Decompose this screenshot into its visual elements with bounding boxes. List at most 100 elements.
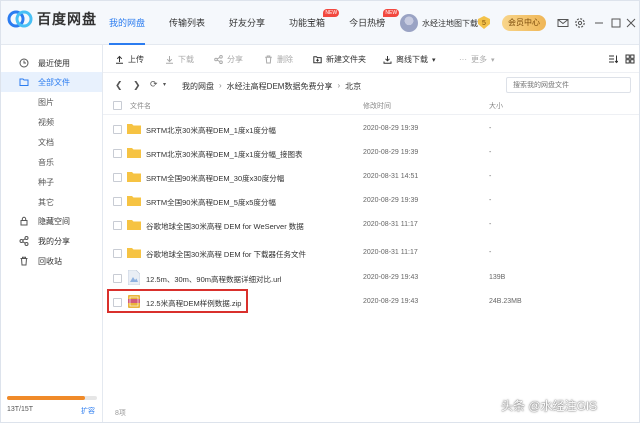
- history-dropdown-icon[interactable]: ▾: [163, 81, 166, 88]
- sidebar-item-others[interactable]: 其它: [1, 192, 102, 212]
- upload-button[interactable]: 上传: [115, 54, 144, 65]
- app-name: 百度网盘: [37, 11, 97, 27]
- maximize-icon[interactable]: [610, 17, 622, 29]
- nav-friend-share[interactable]: 好友分享: [229, 1, 265, 45]
- sidebar-item-torrents[interactable]: 种子: [1, 172, 102, 192]
- column-header-size[interactable]: 大小: [489, 101, 503, 111]
- table-row[interactable]: SRTM全国90米高程DEM_5度x5度分幅 2020-08-29 19:39 …: [103, 189, 639, 213]
- row-checkbox[interactable]: [113, 249, 122, 258]
- lock-icon: [19, 216, 29, 226]
- folder-icon: [127, 171, 141, 182]
- file-modified: 2020-08-29 19:43: [363, 274, 419, 281]
- select-all-checkbox[interactable]: [113, 101, 122, 110]
- file-name[interactable]: SRTM全国90米高程DEM_5度x5度分幅: [146, 197, 276, 208]
- download-button[interactable]: 下载: [165, 54, 194, 65]
- sidebar-item-recent[interactable]: 最近使用: [1, 53, 102, 73]
- new-folder-label: 新建文件夹: [326, 55, 366, 64]
- sidebar-item-label: 其它: [38, 198, 54, 207]
- breadcrumb-item[interactable]: 水经注高程DEM数据免费分享: [227, 81, 333, 92]
- trash-icon: [264, 55, 273, 64]
- clock-icon: [19, 58, 29, 68]
- table-row[interactable]: 谷歌地球全国30米高程 DEM for 下载器任务文件 2020-08-31 1…: [103, 241, 639, 265]
- file-name[interactable]: 12.5m、30m、90m高程数据详细对比.url: [146, 274, 281, 285]
- breadcrumb-item[interactable]: 北京: [345, 81, 361, 92]
- folder-icon: [127, 147, 141, 158]
- more-dots-icon: ···: [459, 55, 467, 64]
- file-modified: 2020-08-29 19:39: [363, 149, 419, 156]
- new-folder-button[interactable]: 新建文件夹: [313, 54, 366, 65]
- chevron-down-icon: ▾: [491, 56, 495, 64]
- settings-gear-icon[interactable]: [574, 17, 586, 29]
- avatar[interactable]: [400, 14, 418, 32]
- folder-icon: [127, 219, 141, 230]
- download-icon: [165, 55, 174, 64]
- app-logo[interactable]: 百度网盘: [7, 9, 97, 29]
- offline-download-button[interactable]: 离线下载 ▾: [383, 54, 436, 65]
- column-header-name[interactable]: 文件名: [130, 101, 151, 111]
- file-size: 139B: [489, 274, 506, 281]
- row-checkbox[interactable]: [113, 173, 122, 182]
- minimize-icon[interactable]: [593, 17, 605, 29]
- nav-transfer-list[interactable]: 传输列表: [169, 1, 205, 45]
- more-button[interactable]: ··· 更多 ▾: [459, 54, 495, 65]
- sidebar-item-images[interactable]: 图片: [1, 92, 102, 112]
- sidebar-item-documents[interactable]: 文档: [1, 132, 102, 152]
- file-name[interactable]: SRTM北京30米高程DEM_1度x1度分幅_接图表: [146, 149, 303, 160]
- grid-view-icon[interactable]: [625, 54, 635, 64]
- nav-toolbox[interactable]: 功能宝箱 NEW: [289, 1, 340, 45]
- file-size: -: [489, 221, 492, 228]
- table-row[interactable]: SRTM北京30米高程DEM_1度x1度分幅_接图表 2020-08-29 19…: [103, 141, 639, 165]
- sidebar-item-music[interactable]: 音乐: [1, 152, 102, 172]
- file-modified: 2020-08-31 14:51: [363, 173, 419, 180]
- sidebar-item-hidden-space[interactable]: 隐藏空间: [1, 211, 102, 231]
- forward-icon[interactable]: ❯: [133, 80, 141, 91]
- user-name[interactable]: 水经注地图下载: [422, 18, 478, 29]
- file-modified: 2020-08-31 11:17: [363, 249, 418, 256]
- expand-storage-link[interactable]: 扩容: [81, 406, 95, 416]
- storage-quota-text: 13T/15T: [7, 406, 34, 413]
- back-icon[interactable]: ❮: [115, 80, 123, 91]
- new-badge: NEW: [323, 9, 340, 17]
- row-checkbox[interactable]: [113, 149, 122, 158]
- breadcrumb-separator-icon: ›: [219, 81, 222, 90]
- table-row[interactable]: 谷歌地球全国30米高程 DEM for WeServer 数据 2020-08-…: [103, 213, 639, 237]
- row-checkbox[interactable]: [113, 125, 122, 134]
- member-center-button[interactable]: 会员中心: [502, 15, 546, 31]
- sidebar-item-label: 隐藏空间: [38, 217, 70, 226]
- table-row[interactable]: SRTM全国90米高程DEM_30度x30度分幅 2020-08-31 14:5…: [103, 165, 639, 189]
- offline-download-icon: [383, 55, 392, 64]
- sidebar-item-all-files[interactable]: 全部文件: [1, 72, 102, 92]
- sidebar-item-my-share[interactable]: 我的分享: [1, 231, 102, 251]
- highlight-box: [107, 289, 248, 313]
- column-header-modified[interactable]: 修改时间: [363, 101, 391, 111]
- search-input[interactable]: [506, 77, 631, 93]
- table-row[interactable]: SRTM北京30米高程DEM_1度x1度分幅 2020-08-29 19:39 …: [103, 117, 639, 141]
- file-name[interactable]: 谷歌地球全国30米高程 DEM for WeServer 数据: [146, 221, 304, 232]
- sort-icon[interactable]: [608, 54, 619, 64]
- file-name[interactable]: SRTM全国90米高程DEM_30度x30度分幅: [146, 173, 284, 184]
- refresh-icon[interactable]: ⟳: [150, 79, 158, 90]
- breadcrumb-separator-icon: ›: [337, 81, 341, 90]
- upload-icon: [115, 55, 124, 64]
- delete-button[interactable]: 删除: [264, 54, 293, 65]
- close-icon[interactable]: [625, 17, 637, 29]
- offline-download-label: 离线下载: [396, 55, 428, 64]
- row-checkbox[interactable]: [113, 197, 122, 206]
- file-name[interactable]: SRTM北京30米高程DEM_1度x1度分幅: [146, 125, 276, 136]
- delete-label: 删除: [277, 55, 293, 64]
- nav-my-disk[interactable]: 我的网盘: [109, 1, 146, 45]
- mail-icon[interactable]: [557, 17, 569, 29]
- file-name[interactable]: 谷歌地球全国30米高程 DEM for 下载器任务文件: [146, 249, 306, 260]
- breadcrumb-root[interactable]: 我的网盘: [182, 81, 214, 92]
- file-size: -: [489, 197, 492, 204]
- share-button[interactable]: 分享: [214, 54, 243, 65]
- row-checkbox[interactable]: [113, 274, 122, 283]
- table-row[interactable]: 12.5m、30m、90m高程数据详细对比.url 2020-08-29 19:…: [103, 266, 639, 290]
- sidebar-item-label: 视频: [38, 118, 54, 127]
- row-checkbox[interactable]: [113, 221, 122, 230]
- sidebar-item-recycle-bin[interactable]: 回收站: [1, 251, 102, 271]
- file-modified: 2020-08-29 19:43: [363, 298, 419, 305]
- nav-hot-list[interactable]: 今日热榜 NEW: [349, 1, 400, 45]
- nav-label: 好友分享: [229, 18, 266, 28]
- sidebar-item-videos[interactable]: 视频: [1, 112, 102, 132]
